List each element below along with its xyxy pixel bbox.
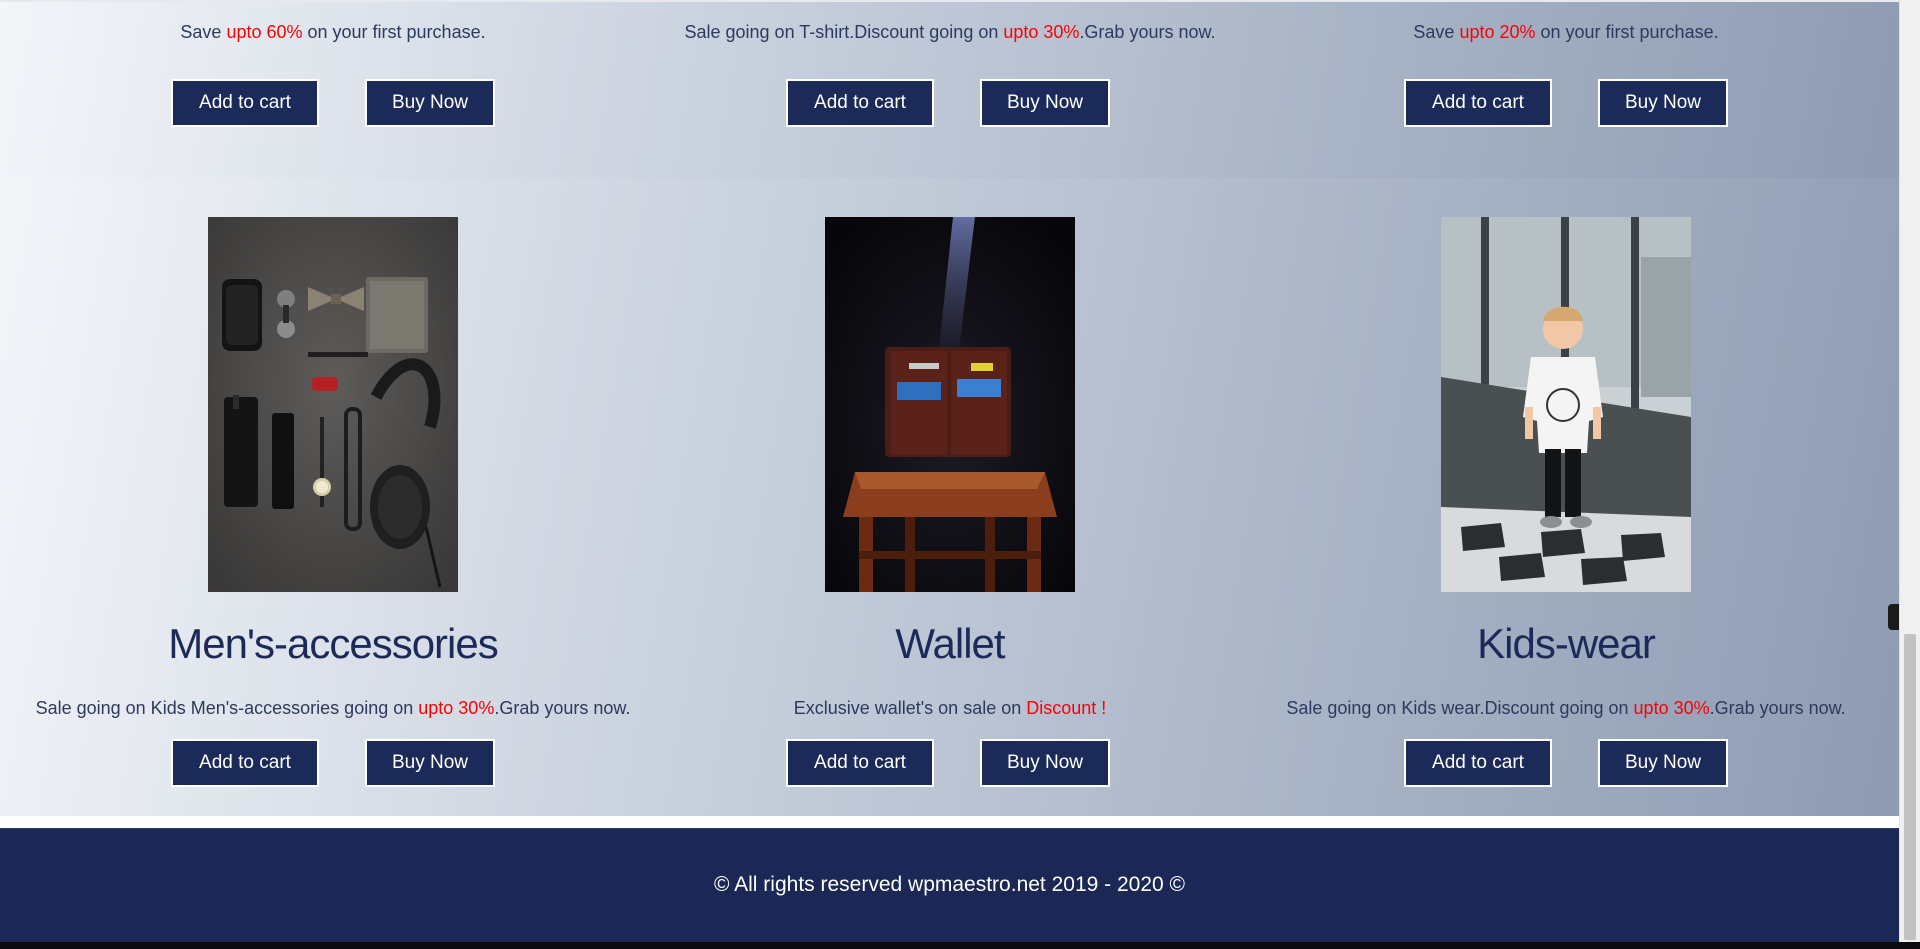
product-title: Men's-accessories <box>168 620 498 667</box>
product-card-mens-accessories: Men's-accessories Sale going on Kids Men… <box>23 178 643 816</box>
buy-now-button[interactable]: Buy Now <box>980 739 1110 787</box>
add-to-cart-button[interactable]: Add to cart <box>171 739 319 787</box>
discount-highlight: upto 30% <box>1633 698 1710 718</box>
product-description: Sale going on Kids wear.Discount going o… <box>1286 698 1846 718</box>
add-to-cart-button[interactable]: Add to cart <box>786 79 934 127</box>
product-image-mens-accessories[interactable] <box>208 217 458 592</box>
vertical-scrollbar[interactable] <box>1899 0 1920 942</box>
product-description: Exclusive wallet's on sale on Discount ! <box>793 698 1107 718</box>
footer: © All rights reserved wpmaestro.net 2019… <box>0 828 1899 942</box>
product-card-wallet: Wallet Exclusive wallet's on sale on Dis… <box>640 178 1260 816</box>
buy-now-button[interactable]: Buy Now <box>1598 79 1728 127</box>
product-card-top-2: Sale going on T-shirt.Discount going on … <box>640 2 1260 180</box>
product-image-wallet[interactable] <box>825 217 1075 592</box>
product-description: Save upto 60% on your first purchase. <box>180 22 486 42</box>
products-section: Men's-accessories Sale going on Kids Men… <box>0 178 1899 816</box>
scrollbar-thumb[interactable] <box>1904 634 1916 940</box>
add-to-cart-button[interactable]: Add to cart <box>1404 79 1552 127</box>
page-viewport: Save upto 60% on your first purchase. Ad… <box>0 0 1899 942</box>
product-image-kids-wear[interactable] <box>1441 217 1691 592</box>
window-bottom-edge <box>0 942 1920 949</box>
buy-now-button[interactable]: Buy Now <box>365 739 495 787</box>
discount-highlight: Discount ! <box>1026 698 1107 718</box>
discount-highlight: upto 30% <box>1003 22 1080 42</box>
product-description: Sale going on T-shirt.Discount going on … <box>684 22 1216 42</box>
product-card-top-3: Save upto 20% on your first purchase. Ad… <box>1256 2 1876 180</box>
discount-highlight: upto 20% <box>1459 22 1536 42</box>
product-description: Sale going on Kids Men's-accessories goi… <box>35 698 631 718</box>
buy-now-button[interactable]: Buy Now <box>1598 739 1728 787</box>
section-divider <box>0 816 1899 828</box>
add-to-cart-button[interactable]: Add to cart <box>171 79 319 127</box>
product-title: Wallet <box>895 620 1005 667</box>
product-card-top-1: Save upto 60% on your first purchase. Ad… <box>23 2 643 180</box>
product-description: Save upto 20% on your first purchase. <box>1413 22 1719 42</box>
discount-highlight: upto 60% <box>226 22 303 42</box>
add-to-cart-button[interactable]: Add to cart <box>1404 739 1552 787</box>
top-products-section: Save upto 60% on your first purchase. Ad… <box>0 0 1899 178</box>
discount-highlight: upto 30% <box>418 698 495 718</box>
product-title: Kids-wear <box>1477 620 1656 667</box>
add-to-cart-button[interactable]: Add to cart <box>786 739 934 787</box>
product-card-kids-wear: Kids-wear Sale going on Kids wear.Discou… <box>1256 178 1876 816</box>
floating-side-tab[interactable]: ৩ <box>1888 604 1899 630</box>
buy-now-button[interactable]: Buy Now <box>980 79 1110 127</box>
buy-now-button[interactable]: Buy Now <box>365 79 495 127</box>
footer-copyright: © All rights reserved wpmaestro.net 2019… <box>713 873 1185 896</box>
